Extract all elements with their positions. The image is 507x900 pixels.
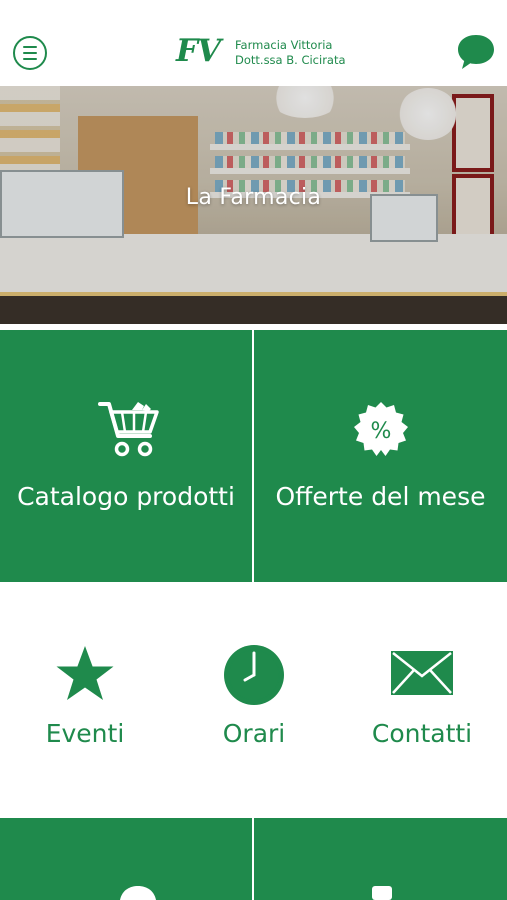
hero-title: La Farmacia [185,185,322,210]
logo-mark: FV [176,33,221,69]
hours-label: Orari [222,719,286,748]
contacts-label: Contatti [371,719,473,748]
hours-link[interactable]: Orari [174,644,334,754]
hero-banner[interactable]: La Farmacia [0,86,507,324]
hamburger-menu-icon[interactable] [13,36,47,70]
brand-owner: Dott.ssa B. Cicirata [235,53,346,67]
events-link[interactable]: Eventi [5,644,165,754]
envelope-icon [391,651,453,695]
star-icon [56,646,114,700]
percent-badge-text: % [371,419,392,444]
events-label: Eventi [45,719,125,748]
bottom-right-icon [372,886,392,900]
percent-badge-icon: % [354,402,408,456]
bottom-right-tile[interactable] [254,818,507,900]
brand-logo[interactable]: FV Farmacia Vittoria Dott.ssa B. Cicirat… [176,33,346,73]
contacts-link[interactable]: Contatti [342,644,502,754]
bottom-left-icon [120,886,156,900]
offers-label: Offerte del mese [275,482,486,511]
shopping-cart-icon [98,402,159,457]
clock-icon [224,645,284,705]
catalog-label: Catalogo prodotti [17,482,235,511]
offers-tile[interactable]: % Offerte del mese [254,330,507,582]
chat-bubble-icon[interactable] [456,33,496,71]
catalog-tile[interactable]: Catalogo prodotti [0,330,252,582]
brand-name: Farmacia Vittoria [235,38,333,52]
quick-links-row: Eventi Orari Contatti [0,582,507,818]
app-header: FV Farmacia Vittoria Dott.ssa B. Cicirat… [0,0,507,86]
bottom-left-tile[interactable] [0,818,252,900]
